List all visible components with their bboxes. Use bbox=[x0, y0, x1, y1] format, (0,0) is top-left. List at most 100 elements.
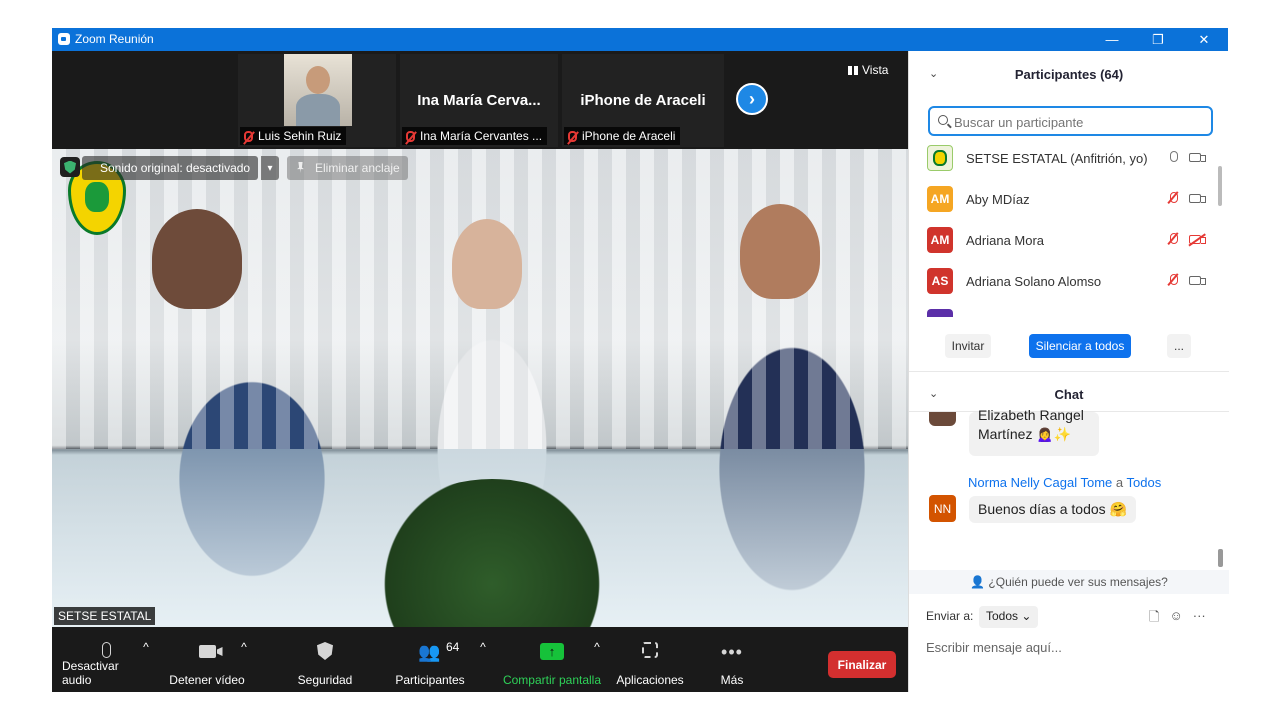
chat-message-input[interactable] bbox=[926, 636, 1216, 658]
security-button[interactable]: Seguridad bbox=[295, 628, 355, 692]
avatar bbox=[927, 309, 953, 317]
participants-count: 64 bbox=[446, 640, 460, 654]
video-tile-araceli[interactable]: iPhone de Araceli iPhone de Araceli bbox=[562, 54, 724, 147]
participants-options-caret-icon[interactable]: ^ bbox=[477, 628, 489, 692]
share-arrow-icon: ↑ bbox=[540, 643, 564, 660]
video-options-caret-icon[interactable]: ^ bbox=[238, 628, 250, 692]
zoom-window: Zoom Reunión — ❐ ✕ Luis Sehin Ruiz Ina M… bbox=[52, 28, 1229, 692]
restore-button[interactable]: ❐ bbox=[1135, 28, 1181, 51]
participants-button[interactable]: 👥 64 Participantes bbox=[392, 628, 468, 692]
speaker-name-label: SETSE ESTATAL bbox=[54, 607, 156, 625]
minimize-button[interactable]: — bbox=[1089, 28, 1135, 51]
file-icon[interactable]: 🗋 bbox=[1149, 608, 1159, 630]
who-can-see-messages[interactable]: 👤 ¿Quién puede ver sus mensajes? bbox=[909, 570, 1229, 594]
ellipsis-icon[interactable]: ··· bbox=[1193, 608, 1206, 630]
participant-row[interactable]: AM Aby MDíaz bbox=[927, 178, 1209, 219]
pin-icon bbox=[297, 162, 304, 173]
participant-search bbox=[928, 106, 1213, 136]
video-tile-luis[interactable]: Luis Sehin Ruiz bbox=[238, 54, 396, 147]
apps-icon bbox=[642, 642, 658, 663]
share-options-caret-icon[interactable]: ^ bbox=[591, 628, 603, 692]
avatar: AM bbox=[927, 227, 953, 253]
tile-label: Ina María Cervantes ... bbox=[402, 127, 548, 145]
meeting-toolbar: Desactivar audio ^ Detener vídeo ^ Segur… bbox=[52, 628, 908, 692]
participant-name: Adriana Solano Alomso bbox=[966, 274, 1102, 289]
video-off-icon[interactable] bbox=[1189, 235, 1206, 244]
audio-options-caret-icon[interactable]: ^ bbox=[140, 628, 152, 692]
stop-video-button[interactable]: Detener vídeo bbox=[168, 628, 246, 692]
mute-button[interactable]: Desactivar audio bbox=[62, 628, 150, 692]
tile-name: Ina María Cerva... bbox=[417, 92, 541, 109]
chat-message: Buenos días a todos 🤗 bbox=[969, 496, 1136, 523]
muted-mic-icon[interactable] bbox=[1170, 232, 1178, 247]
meeting-area: Luis Sehin Ruiz Ina María Cerva... Ina M… bbox=[52, 51, 908, 692]
more-options-button[interactable]: ... bbox=[1167, 334, 1191, 358]
chat-scrollbar[interactable] bbox=[1218, 549, 1223, 567]
muted-mic-icon[interactable] bbox=[1170, 191, 1178, 206]
chevron-down-icon: ⌄ bbox=[1021, 609, 1032, 623]
share-screen-button[interactable]: ↑ Compartir pantalla bbox=[500, 628, 604, 692]
grid-icon bbox=[848, 65, 858, 75]
video-camera-icon[interactable] bbox=[1189, 194, 1206, 203]
participant-name: Adriana Mora bbox=[966, 233, 1045, 248]
participants-header: ⌄ Participantes (64) bbox=[929, 67, 1124, 82]
side-panel: ⌄ Participantes (64) SETSE ESTATAL (Anfi… bbox=[908, 51, 1229, 692]
invite-button[interactable]: Invitar bbox=[945, 334, 991, 358]
video-camera-icon[interactable] bbox=[1189, 276, 1206, 285]
video-person-center bbox=[452, 219, 522, 309]
video-person-left bbox=[152, 209, 242, 309]
participant-row[interactable]: AM Adriana Mora bbox=[927, 219, 1209, 260]
next-page-arrow-icon[interactable]: › bbox=[736, 83, 768, 115]
chat-message: Elizabeth Rangel Martínez 🙍‍♀️✨ bbox=[969, 410, 1099, 456]
tile-label: Luis Sehin Ruiz bbox=[240, 127, 347, 145]
zoom-app-icon bbox=[58, 33, 70, 45]
collapse-chevron-icon[interactable]: ⌄ bbox=[929, 67, 938, 80]
unpin-button[interactable]: Eliminar anclaje bbox=[287, 156, 408, 180]
more-button[interactable]: ••• Más bbox=[712, 628, 752, 692]
chat-header: ⌄ Chat bbox=[929, 387, 1084, 402]
send-to-label: Enviar a: bbox=[926, 609, 974, 623]
collapse-chevron-icon[interactable]: ⌄ bbox=[929, 387, 938, 400]
microphone-icon bbox=[101, 642, 111, 663]
send-to-dropdown[interactable]: Todos ⌄ bbox=[979, 606, 1039, 628]
shield-icon bbox=[317, 642, 333, 665]
apps-button[interactable]: Aplicaciones bbox=[615, 628, 685, 692]
tile-name: iPhone de Araceli bbox=[580, 92, 706, 109]
participant-row[interactable]: SETSE ESTATAL (Anfitrión, yo) bbox=[927, 137, 1209, 178]
participant-name: SETSE ESTATAL (Anfitrión, yo) bbox=[966, 151, 1148, 166]
emoji-icon[interactable]: ☺ bbox=[1169, 608, 1182, 630]
people-icon: 👤 bbox=[970, 575, 986, 589]
muted-mic-icon[interactable] bbox=[1170, 273, 1178, 288]
video-camera-icon[interactable] bbox=[1189, 153, 1206, 162]
avatar: AS bbox=[927, 268, 953, 294]
chat-tools: 🗋 ☺ ··· bbox=[1149, 608, 1206, 630]
ellipsis-icon: ••• bbox=[721, 642, 743, 662]
participant-thumbnail bbox=[284, 54, 352, 126]
avatar bbox=[927, 145, 953, 171]
participant-search-input[interactable] bbox=[954, 112, 1204, 132]
muted-mic-icon bbox=[568, 131, 577, 142]
active-speaker-video: Sonido original: desactivado ▾ Eliminar … bbox=[52, 149, 908, 627]
avatar: NN bbox=[929, 495, 956, 522]
close-button[interactable]: ✕ bbox=[1181, 28, 1227, 51]
avatar bbox=[929, 412, 956, 426]
muted-mic-icon bbox=[244, 131, 253, 142]
video-person-right bbox=[740, 204, 820, 299]
microphone-icon[interactable] bbox=[1170, 150, 1178, 165]
end-meeting-button[interactable]: Finalizar bbox=[828, 651, 896, 678]
original-sound-dropdown-icon[interactable]: ▾ bbox=[261, 156, 279, 180]
people-icon: 👥 bbox=[418, 642, 441, 662]
video-camera-icon bbox=[198, 642, 223, 663]
muted-mic-icon bbox=[406, 131, 415, 142]
mute-all-button[interactable]: Silenciar a todos bbox=[1029, 334, 1131, 358]
search-icon bbox=[938, 115, 948, 125]
original-sound-toggle[interactable]: Sonido original: desactivado bbox=[82, 156, 259, 180]
title-bar: Zoom Reunión — ❐ ✕ bbox=[52, 28, 1228, 51]
window-title: Zoom Reunión bbox=[75, 32, 154, 46]
participant-strip: Luis Sehin Ruiz Ina María Cerva... Ina M… bbox=[52, 51, 908, 147]
video-tile-ina[interactable]: Ina María Cerva... Ina María Cervantes .… bbox=[400, 54, 558, 147]
view-button[interactable]: Vista bbox=[848, 63, 888, 77]
participant-name: Aby MDíaz bbox=[966, 192, 1030, 207]
participant-row[interactable]: AS Adriana Solano Alomso bbox=[927, 260, 1209, 301]
participants-scrollbar[interactable] bbox=[1218, 166, 1222, 206]
